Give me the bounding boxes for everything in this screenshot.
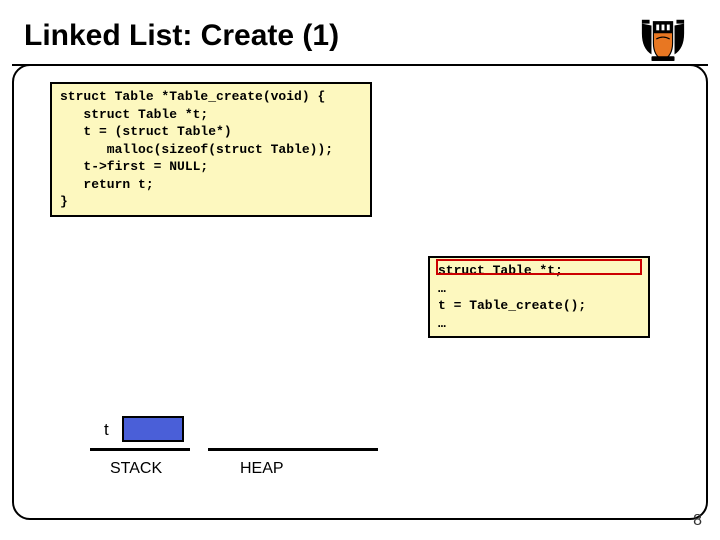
memory-diagram: t STACK HEAP bbox=[90, 418, 450, 498]
heap-divider bbox=[208, 448, 378, 451]
slide-title: Linked List: Create (1) bbox=[24, 19, 339, 53]
heap-label: HEAP bbox=[240, 460, 284, 478]
title-bar: Linked List: Create (1) bbox=[12, 8, 708, 66]
var-t-box bbox=[122, 416, 184, 442]
var-t-label: t bbox=[104, 420, 109, 440]
code-block-function: struct Table *Table_create(void) { struc… bbox=[50, 82, 372, 217]
stack-divider bbox=[90, 448, 190, 451]
highlight-box bbox=[436, 259, 642, 275]
page-number: 8 bbox=[693, 512, 702, 530]
princeton-shield-icon bbox=[634, 14, 692, 62]
stack-label: STACK bbox=[110, 460, 162, 478]
